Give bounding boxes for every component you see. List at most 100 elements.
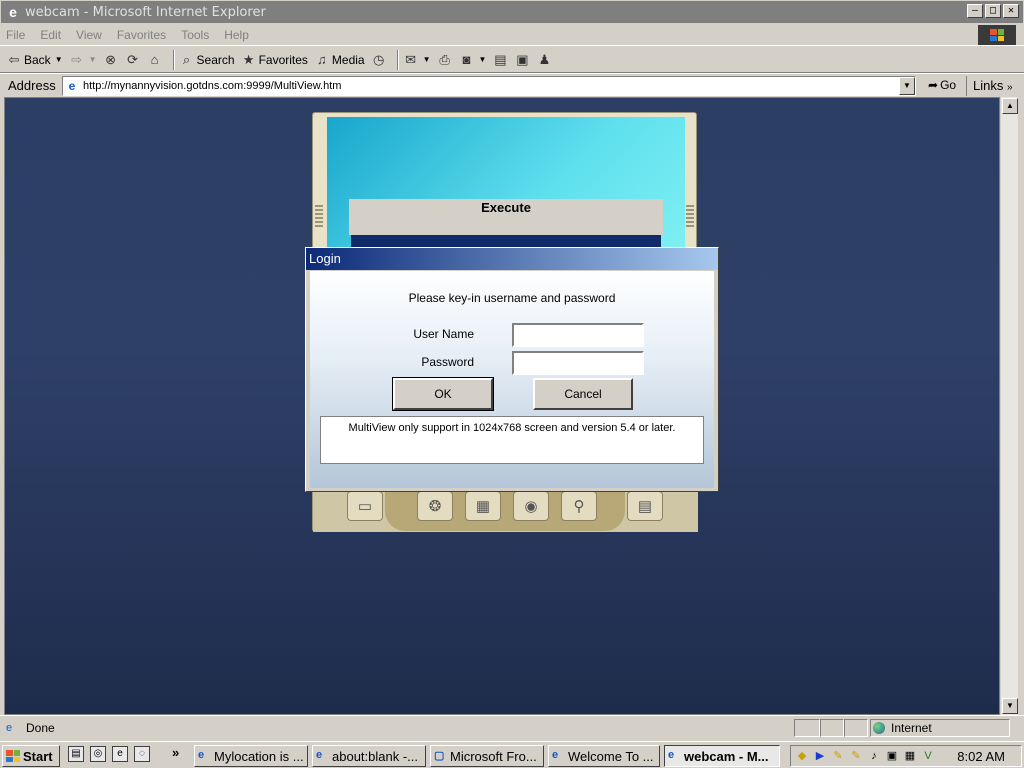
media-icon: ♫ [317, 51, 327, 67]
ie-logo-icon[interactable]: e [112, 746, 128, 762]
status-pane [844, 719, 868, 737]
go-button[interactable]: ➦ Go [928, 78, 956, 92]
aperture-icon[interactable]: ❂ [417, 491, 453, 521]
ie-logo-icon: e [198, 749, 205, 761]
go-arrow-icon: ➦ [928, 78, 939, 92]
tray-play-icon[interactable]: ▶ [813, 749, 827, 763]
maximize-button[interactable]: □ [985, 4, 1001, 18]
username-field[interactable] [512, 323, 644, 347]
search-button[interactable]: ⌕ Search [179, 52, 235, 68]
tray-pen-icon[interactable]: ✎ [831, 749, 845, 763]
scroll-up-icon[interactable]: ▲ [1002, 98, 1018, 114]
chevron-down-icon: ▼ [422, 55, 431, 64]
menu-edit[interactable]: Edit [40, 28, 61, 42]
tray-pen-icon[interactable]: ✎ [849, 749, 863, 763]
taskbar-item-active[interactable]: e webcam - M... [664, 745, 780, 767]
chevron-right-icon: » [1006, 82, 1013, 93]
taskbar-item[interactable]: e Mylocation is ... [194, 745, 308, 767]
tray-app-icon[interactable]: ◆ [795, 749, 809, 763]
research-icon: ▣ [516, 51, 529, 67]
media-button[interactable]: ♫ Media [314, 52, 365, 68]
close-button[interactable]: ✕ [1003, 4, 1019, 18]
page-icon: e [68, 79, 76, 93]
history-button[interactable]: ◷ [371, 52, 387, 68]
window-title: webcam - Microsoft Internet Explorer [25, 4, 266, 20]
address-url[interactable]: http://mynannyvision.gotdns.com:9999/Mul… [83, 80, 341, 92]
chevron-down-icon: ▼ [88, 55, 97, 64]
ie-logo-icon: e [316, 749, 323, 761]
printer-icon: ⎙ [439, 51, 450, 67]
ie-logo-icon: e [552, 749, 559, 761]
menu-favorites[interactable]: Favorites [117, 28, 166, 42]
home-button[interactable]: ⌂ [147, 52, 163, 68]
monitor-icon[interactable]: ▦ [465, 491, 501, 521]
record-icon[interactable]: ◉ [513, 491, 549, 521]
discuss-button[interactable]: ▤ [492, 52, 508, 68]
scroll-down-icon[interactable]: ▼ [1002, 698, 1018, 714]
globe-icon [873, 722, 885, 734]
window-titlebar[interactable]: e webcam - Microsoft Internet Explorer –… [0, 0, 1024, 24]
chevron-down-icon: ▼ [478, 55, 487, 64]
password-field[interactable] [512, 351, 644, 375]
login-body: Please key-in username and password User… [310, 271, 714, 488]
stop-button[interactable]: ⊗ [103, 52, 119, 68]
chevron-down-icon: ▼ [54, 55, 63, 64]
menu-file[interactable]: File [6, 28, 25, 42]
cancel-button[interactable]: Cancel [533, 378, 633, 410]
links-label: Links [973, 78, 1004, 93]
vertical-scrollbar[interactable]: ▲ ▼ [1000, 97, 1018, 715]
taskbar-item[interactable]: e Welcome To ... [548, 745, 660, 767]
media-label: Media [331, 52, 365, 67]
security-zone: Internet [870, 719, 1010, 737]
page-done-icon: e [6, 721, 13, 734]
settings-icon[interactable]: ▤ [627, 491, 663, 521]
task-label: about:blank -... [332, 748, 418, 764]
taskbar-item[interactable]: e about:blank -... [312, 745, 426, 767]
zoom-icon[interactable]: ⚲ [561, 491, 597, 521]
menu-bar: File Edit View Favorites Tools Help [0, 24, 1024, 46]
taskbar-item[interactable]: ▢ Microsoft Fro... [430, 745, 544, 767]
chevron-right-icon[interactable]: » [172, 745, 179, 760]
print-button[interactable]: ⎙ [437, 52, 453, 68]
refresh-button[interactable]: ⟳ [125, 52, 141, 68]
menu-view[interactable]: View [76, 28, 102, 42]
history-icon: ◷ [372, 51, 385, 67]
status-bar: e Done Internet [0, 715, 1024, 739]
tray-device-icon[interactable]: ▦ [903, 749, 917, 763]
favorites-button[interactable]: ★ Favorites [241, 52, 308, 68]
username-label: User Name [413, 327, 474, 341]
ok-button[interactable]: OK [392, 377, 494, 411]
media-player-icon[interactable]: ◎ [90, 746, 106, 762]
minimize-button[interactable]: – [967, 4, 983, 18]
research-button[interactable]: ▣ [514, 52, 530, 68]
task-label: Welcome To ... [568, 748, 654, 764]
outlook-icon[interactable]: ◌ [134, 746, 150, 762]
edit-button[interactable]: ◙ ▼ [459, 52, 487, 68]
support-note: MultiView only support in 1024x768 scree… [320, 416, 704, 464]
snapshot-icon[interactable]: ▭ [347, 491, 383, 521]
back-button[interactable]: ⇦ Back ▼ [6, 52, 63, 68]
forward-button[interactable]: ⇨ ▼ [69, 52, 97, 68]
ie-logo-icon: e [9, 4, 17, 20]
frontpage-icon: ▢ [434, 750, 445, 762]
address-input[interactable]: e http://mynannyvision.gotdns.com:9999/M… [62, 76, 916, 96]
task-label: webcam - M... [684, 748, 769, 764]
zone-label: Internet [891, 721, 932, 735]
links-button[interactable]: Links » [966, 76, 1013, 96]
menu-tools[interactable]: Tools [181, 28, 209, 42]
network-icon[interactable]: ▣ [885, 749, 899, 763]
tray-v-icon[interactable]: V [921, 749, 935, 763]
mail-button[interactable]: ✉ ▼ [403, 52, 431, 68]
show-desktop-icon[interactable]: ▤ [68, 746, 84, 762]
search-label: Search [196, 52, 235, 67]
messenger-button[interactable]: ♟ [536, 52, 552, 68]
toolbar-separator [396, 49, 399, 70]
volume-icon[interactable]: ♪ [867, 749, 881, 763]
address-bar: Address e http://mynannyvision.gotdns.co… [0, 73, 1024, 97]
menu-help[interactable]: Help [224, 28, 249, 42]
status-pane [794, 719, 820, 737]
page-content: Execute ▭ ❂ ▦ ◉ ⚲ ▤ Login Please key-in … [4, 97, 1000, 715]
start-button[interactable]: Start [2, 745, 60, 767]
address-dropdown-button[interactable]: ▼ [899, 77, 915, 95]
start-label: Start [23, 748, 53, 764]
